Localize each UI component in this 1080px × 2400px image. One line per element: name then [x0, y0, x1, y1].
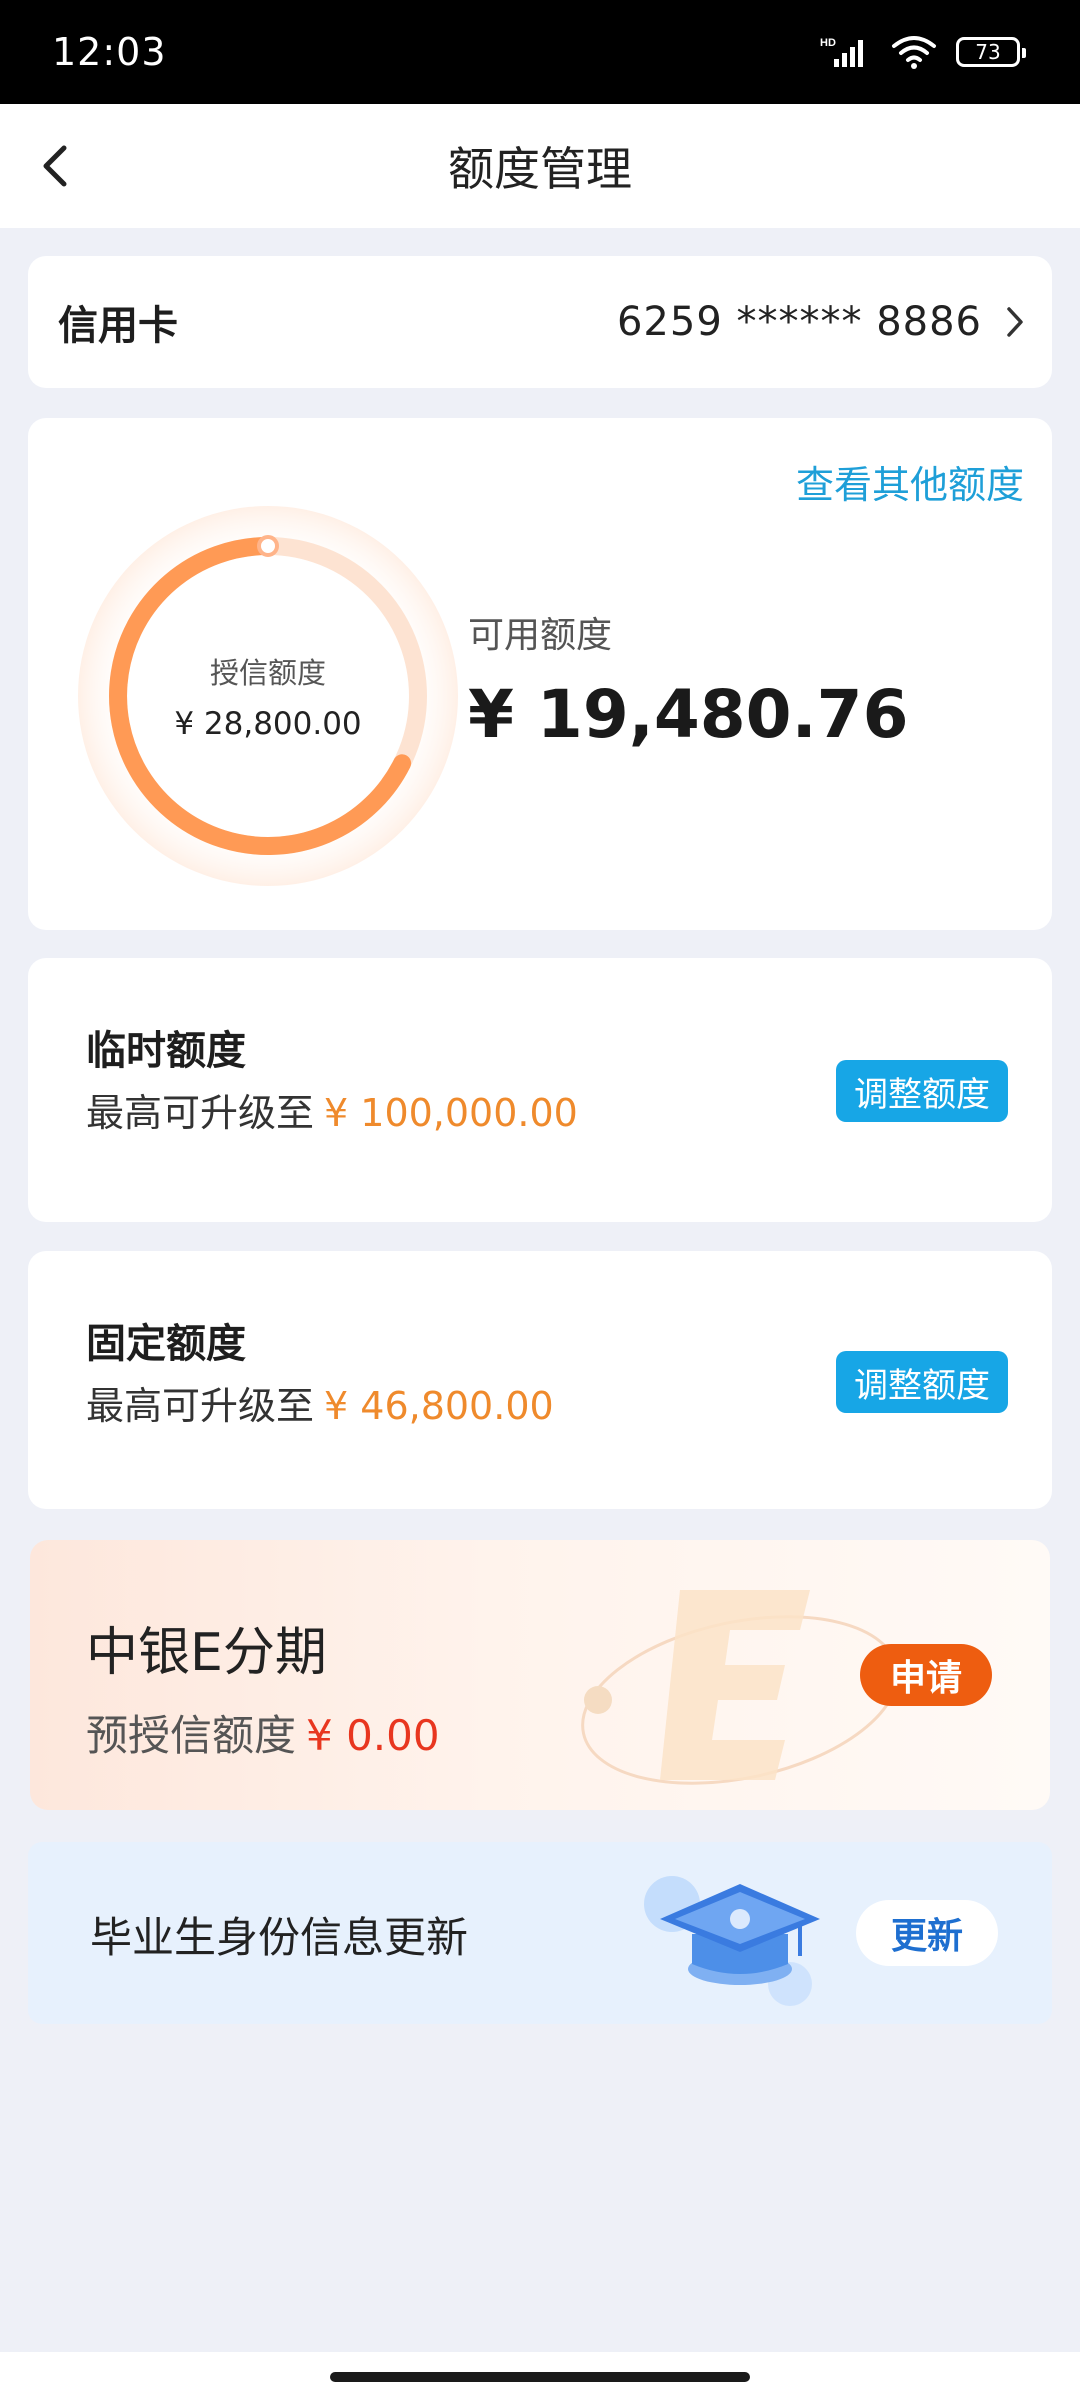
temporary-limit-card: 临时额度 最高可升级至 ¥ 100,000.00 调整额度 — [28, 958, 1052, 1222]
status-time: 12:03 — [52, 30, 167, 74]
adjust-temporary-limit-button[interactable]: 调整额度 — [836, 1060, 1008, 1122]
svg-text:HD: HD — [820, 37, 836, 49]
card-type-label: 信用卡 — [58, 303, 178, 349]
card-number-group: 6259 ****** 8886 — [617, 299, 1026, 345]
installment-subtitle: 预授信额度 ¥ 0.00 — [86, 1702, 440, 1763]
temporary-limit-prefix: 最高可升级至 — [86, 1091, 315, 1135]
credit-limit-value: ¥ 28,800.00 — [174, 706, 362, 742]
update-button[interactable]: 更新 — [856, 1900, 998, 1966]
installment-prefix: 预授信额度 — [86, 1711, 297, 1760]
back-button[interactable] — [24, 134, 88, 198]
installment-amount: ¥ 0.00 — [306, 1711, 440, 1760]
available-block: 可用额度 ¥ 19,480.76 — [468, 606, 909, 753]
installment-title: 中银E分期 — [86, 1623, 327, 1683]
credit-ring: 授信额度 ¥ 28,800.00 — [78, 506, 458, 886]
temporary-limit-subtitle: 最高可升级至 ¥ 100,000.00 — [86, 1082, 578, 1137]
available-value: ¥ 19,480.76 — [468, 676, 909, 753]
graduate-update-banner[interactable]: 毕业生身份信息更新 更新 — [28, 1842, 1052, 2024]
header: 额度管理 — [0, 104, 1080, 228]
status-bar: 12:03 HD 73 — [0, 0, 1080, 104]
other-limits-link[interactable]: 查看其他额度 — [796, 454, 1024, 509]
available-label: 可用额度 — [468, 615, 613, 656]
credit-card-selector[interactable]: 信用卡 6259 ****** 8886 — [28, 256, 1052, 388]
wifi-icon — [892, 36, 936, 69]
fixed-limit-subtitle: 最高可升级至 ¥ 46,800.00 — [86, 1375, 554, 1430]
apply-button[interactable]: 申请 — [860, 1644, 992, 1706]
signal-icon: HD — [820, 37, 863, 67]
status-icons: HD 73 — [820, 34, 1026, 70]
temporary-limit-amount: ¥ 100,000.00 — [324, 1091, 578, 1135]
fixed-limit-prefix: 最高可升级至 — [86, 1384, 315, 1428]
chevron-right-icon — [1007, 307, 1023, 337]
temporary-limit-title: 临时额度 — [86, 1028, 246, 1074]
card-number: 6259 ****** 8886 — [616, 299, 982, 345]
e-installment-banner[interactable]: 中银E分期 预授信额度 ¥ 0.00 申请 — [30, 1540, 1050, 1810]
home-indicator[interactable] — [330, 2372, 750, 2382]
credit-limit-label: 授信额度 — [209, 656, 326, 690]
graduate-title: 毕业生身份信息更新 — [90, 1913, 469, 1962]
fixed-limit-card: 固定额度 最高可升级至 ¥ 46,800.00 调整额度 — [28, 1251, 1052, 1509]
fixed-limit-amount: ¥ 46,800.00 — [324, 1384, 554, 1428]
battery-icon: 73 — [956, 37, 1026, 67]
adjust-fixed-limit-button[interactable]: 调整额度 — [836, 1351, 1008, 1413]
ring-center: 授信额度 ¥ 28,800.00 — [78, 506, 458, 886]
e-logo-illustration — [581, 1590, 904, 1785]
battery-level: 73 — [975, 40, 1001, 64]
credit-limit-card: 查看其他额度 授信额度 ¥ 28,800.00 可用额度 ¥ 19,480.76 — [28, 418, 1052, 930]
page-title: 额度管理 — [448, 142, 632, 196]
chevron-left-icon — [43, 145, 67, 187]
graduation-cap-icon — [644, 1876, 820, 2006]
fixed-limit-title: 固定额度 — [86, 1321, 246, 1367]
